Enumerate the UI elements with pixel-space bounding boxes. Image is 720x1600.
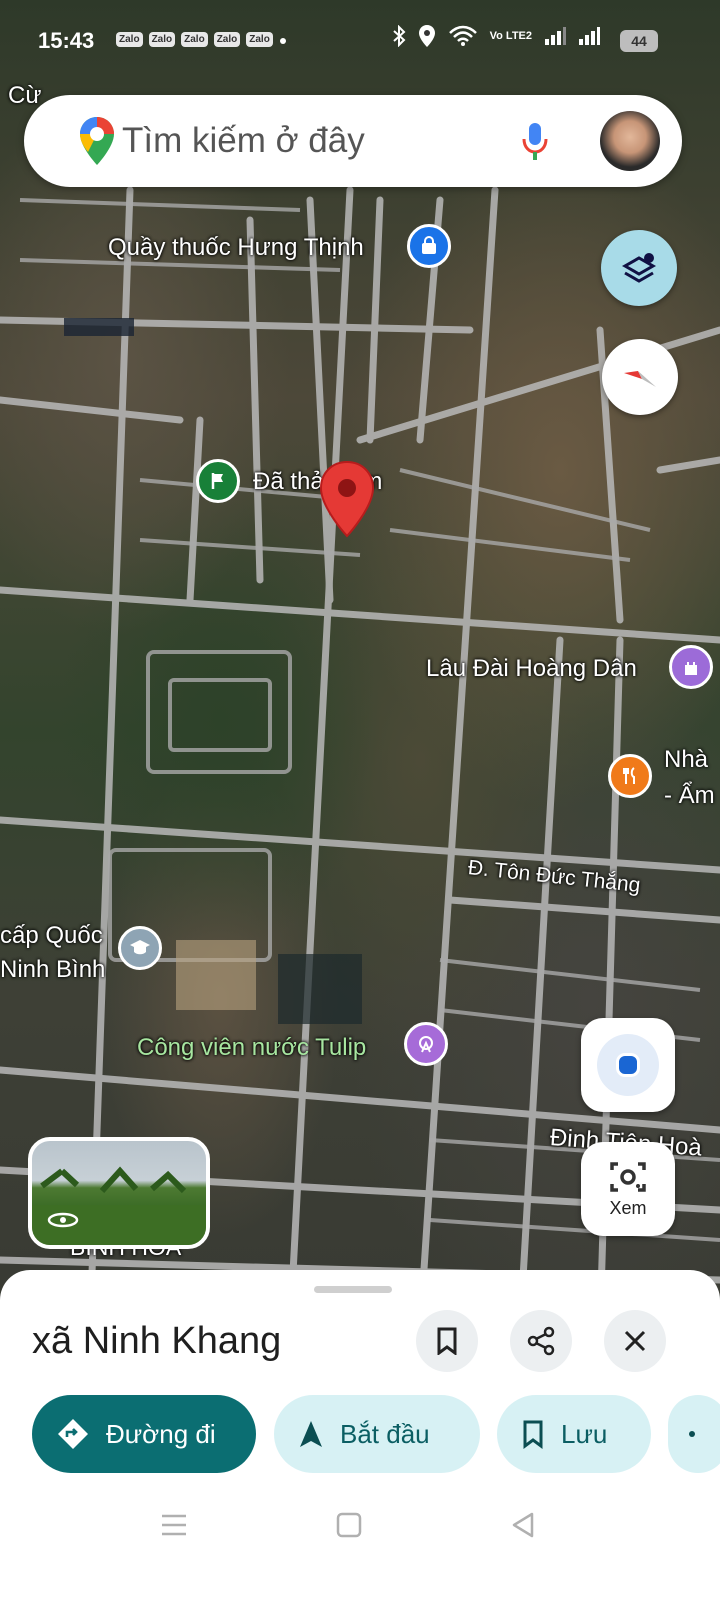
- my-location-icon: [597, 1034, 659, 1096]
- school-icon[interactable]: [118, 926, 162, 970]
- bookmark-icon: [437, 1327, 457, 1355]
- map-label-restaurant-1[interactable]: Nhà: [664, 746, 708, 774]
- notification-badges: Zalo Zalo Zalo Zalo Zalo: [116, 32, 273, 47]
- restaurant-icon[interactable]: [608, 754, 652, 798]
- google-maps-pin-icon: [80, 117, 114, 165]
- flag-icon[interactable]: [196, 459, 240, 503]
- map-label-restaurant-2[interactable]: - Ẩm: [664, 782, 715, 810]
- network-label: Vo LTE2: [489, 29, 532, 42]
- sheet-drag-handle[interactable]: [314, 1286, 392, 1293]
- red-pin-marker-icon[interactable]: [318, 460, 376, 540]
- save-button[interactable]: Lưu: [497, 1395, 651, 1473]
- mic-icon[interactable]: [520, 121, 550, 163]
- compass-button[interactable]: [602, 339, 678, 415]
- zalo-badge: Zalo: [116, 32, 143, 47]
- share-icon: [689, 1431, 695, 1437]
- close-icon: [624, 1330, 646, 1352]
- status-bar: 15:43 Zalo Zalo Zalo Zalo Zalo Vo LTE2 4…: [0, 0, 720, 80]
- close-button[interactable]: [604, 1310, 666, 1372]
- battery-indicator: 44: [620, 30, 658, 52]
- bluetooth-icon: [392, 25, 406, 47]
- map-label-water-park[interactable]: Công viên nước Tulip: [137, 1034, 366, 1062]
- my-location-button[interactable]: [581, 1018, 675, 1112]
- shopping-bag-icon[interactable]: [407, 224, 451, 268]
- start-button[interactable]: Bắt đầu: [274, 1395, 480, 1473]
- directions-label: Đường đi: [106, 1418, 216, 1449]
- layers-button[interactable]: [601, 230, 677, 306]
- compass-icon: [624, 371, 656, 387]
- map-label-pharmacy[interactable]: Quầy thuốc Hưng Thịnh: [108, 234, 364, 262]
- zalo-badge: Zalo: [213, 32, 241, 47]
- zalo-badge: Zalo: [148, 32, 176, 47]
- search-bar[interactable]: Tìm kiếm ở đây: [24, 95, 682, 187]
- layers-icon: [621, 253, 657, 283]
- zalo-badge: Zalo: [246, 32, 273, 47]
- home-icon[interactable]: [336, 1511, 362, 1539]
- share-icon: [527, 1326, 555, 1356]
- bookmark-icon: [523, 1420, 543, 1449]
- more-actions-chip[interactable]: [668, 1395, 720, 1473]
- castle-icon[interactable]: [669, 645, 713, 689]
- place-title: xã Ninh Khang: [32, 1320, 282, 1362]
- lens-icon: [610, 1161, 646, 1192]
- back-icon[interactable]: [510, 1511, 536, 1539]
- 360-rotate-icon: [47, 1212, 79, 1228]
- more-notifications-dot: [280, 38, 286, 44]
- map-label-castle[interactable]: Lâu Đài Hoàng Dân: [426, 655, 637, 683]
- system-navigation-bar: [0, 1490, 720, 1600]
- amusement-park-icon[interactable]: [404, 1022, 448, 1066]
- save-icon-button[interactable]: [416, 1310, 478, 1372]
- zalo-badge: Zalo: [181, 32, 208, 47]
- signal-icon: [579, 27, 600, 45]
- lens-view-button[interactable]: Xem: [581, 1142, 675, 1236]
- directions-icon: [58, 1419, 88, 1449]
- signal-icon: [545, 27, 566, 45]
- navigation-arrow-icon: [300, 1421, 322, 1447]
- menu-icon[interactable]: [160, 1512, 188, 1538]
- directions-button[interactable]: Đường đi: [32, 1395, 256, 1473]
- save-label: Lưu: [561, 1418, 608, 1449]
- share-button[interactable]: [510, 1310, 572, 1372]
- map-label-school-line2[interactable]: Ninh Bình: [0, 956, 105, 984]
- location-icon: [418, 25, 435, 47]
- status-time: 15:43: [38, 28, 95, 53]
- status-icons: Vo LTE2: [392, 24, 600, 48]
- wifi-icon: [448, 25, 477, 46]
- start-label: Bắt đầu: [340, 1418, 430, 1449]
- search-input[interactable]: Tìm kiếm ở đây: [122, 121, 365, 161]
- street-view-thumbnail[interactable]: [28, 1137, 210, 1249]
- map-label-school-line1[interactable]: cấp Quốc: [0, 922, 103, 950]
- avatar[interactable]: [600, 111, 660, 171]
- view-label: Xem: [609, 1197, 647, 1218]
- map-label-city: Cừ: [8, 82, 42, 109]
